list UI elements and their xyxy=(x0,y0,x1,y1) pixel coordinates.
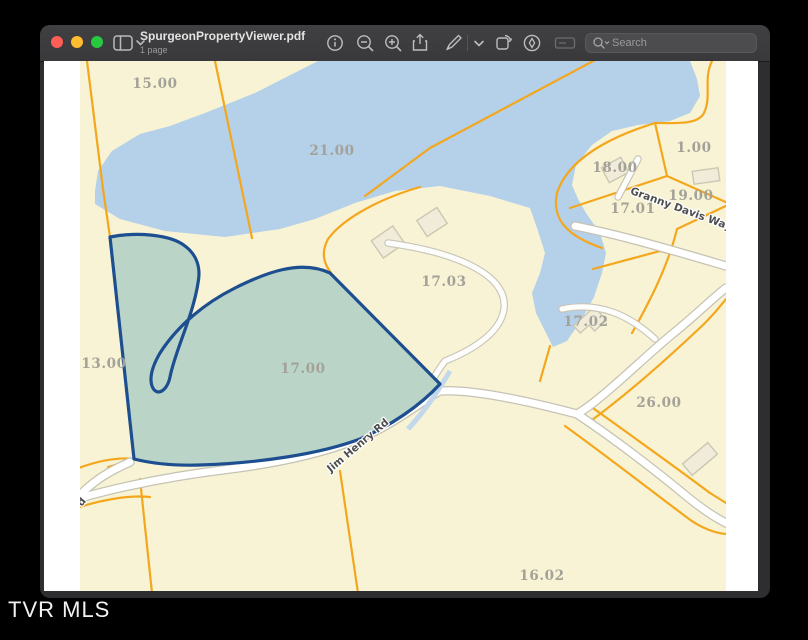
parcel-label-17.03: 17.03 xyxy=(421,274,466,290)
markup-pencil-icon xyxy=(443,32,465,54)
parcel-label-18.00: 18.00 xyxy=(592,160,637,176)
toolbar-divider xyxy=(467,35,468,51)
parcel-map-svg: Jim Henry RdGranny Davis Wayd 15.0021.00… xyxy=(80,61,726,591)
title-bar[interactable]: SpurgeonPropertyViewer.pdf 1 page xyxy=(40,25,770,62)
parcel-label-17.02: 17.02 xyxy=(563,314,608,330)
window-title-block: SpurgeonPropertyViewer.pdf 1 page xyxy=(140,30,305,57)
pdf-page: Jim Henry RdGranny Davis Wayd 15.0021.00… xyxy=(44,61,758,591)
window-title: SpurgeonPropertyViewer.pdf xyxy=(140,30,305,43)
share-button[interactable] xyxy=(408,32,432,54)
search-input[interactable] xyxy=(610,36,734,50)
screenshot-stage: SpurgeonPropertyViewer.pdf 1 page xyxy=(0,0,808,640)
parcel-label-26.00: 26.00 xyxy=(636,395,681,411)
parcel-label-13.00: 13.00 xyxy=(81,356,126,372)
text-box-icon xyxy=(553,32,577,54)
markup-menu-button[interactable] xyxy=(471,32,487,54)
preview-window: SpurgeonPropertyViewer.pdf 1 page xyxy=(40,25,770,598)
share-icon xyxy=(410,32,430,54)
page-count: 1 page xyxy=(140,44,305,57)
zoom-in-button[interactable] xyxy=(381,32,405,54)
highlight-icon xyxy=(521,32,543,54)
parcel-label-19.00: 19.00 xyxy=(668,188,713,204)
zoom-in-icon xyxy=(383,32,403,54)
zoom-out-button[interactable] xyxy=(353,32,377,54)
text-box-button xyxy=(553,32,577,54)
highlight-button[interactable] xyxy=(520,32,544,54)
markup-button[interactable] xyxy=(442,32,466,54)
parcel-map[interactable]: Jim Henry RdGranny Davis Wayd 15.0021.00… xyxy=(80,61,726,591)
search-icon xyxy=(592,36,610,50)
parcel-label-1.00: 1.00 xyxy=(676,140,711,156)
minimize-button[interactable] xyxy=(71,36,83,48)
rotate-button[interactable] xyxy=(492,32,516,54)
parcel-label-17.00: 17.00 xyxy=(280,361,325,377)
zoom-button[interactable] xyxy=(91,36,103,48)
zoom-out-icon xyxy=(355,32,375,54)
parcel-label-16.02: 16.02 xyxy=(519,568,564,584)
parcel-label-21.00: 21.00 xyxy=(309,143,354,159)
info-icon xyxy=(326,32,344,54)
close-button[interactable] xyxy=(51,36,63,48)
rotate-icon xyxy=(493,32,515,54)
info-button[interactable] xyxy=(323,32,347,54)
watermark-text: TVR MLS xyxy=(8,597,110,623)
building xyxy=(692,168,720,184)
search-field[interactable] xyxy=(585,33,757,53)
chevron-down-icon xyxy=(472,32,486,54)
parcel-label-17.01: 17.01 xyxy=(610,201,655,217)
parcel-label-15.00: 15.00 xyxy=(132,76,177,92)
